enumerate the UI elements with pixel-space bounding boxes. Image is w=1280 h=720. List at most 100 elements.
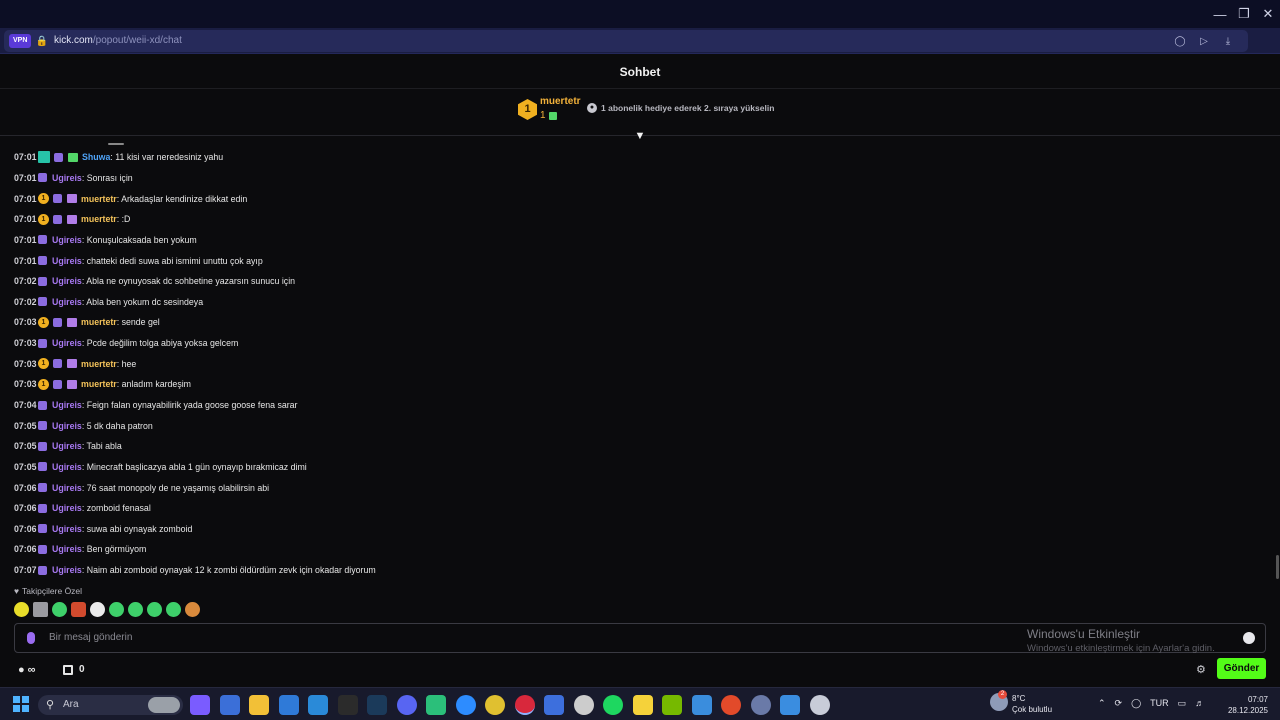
emote-icon[interactable]: [109, 602, 124, 617]
message-timestamp: 07:01: [14, 152, 37, 163]
emote-icon[interactable]: [185, 602, 200, 617]
store-icon[interactable]: [278, 695, 299, 715]
speaker-icon[interactable]: ♬: [1195, 698, 1204, 709]
photos-icon[interactable]: [780, 695, 800, 715]
message-username[interactable]: Shuwa: [82, 152, 110, 162]
chat-message: 07:01 1 muertetr: :D: [14, 209, 1254, 230]
message-username[interactable]: Ugireis: [52, 544, 82, 554]
message-text: : 11 kisi var neredesiniz yahu: [110, 152, 224, 163]
windows-start-icon[interactable]: [13, 696, 29, 712]
shield-check-icon[interactable]: ◯: [1172, 33, 1188, 49]
message-text: : suwa abi oynayak zomboid: [81, 523, 193, 534]
emote-icon[interactable]: [166, 602, 181, 617]
url-field[interactable]: VPN 🔒 kick.com/popout/weii-xd/chat ◯ ▷ ⤓: [4, 30, 1248, 52]
emote-icon[interactable]: [33, 602, 48, 617]
weather-widget[interactable]: 2 8°C Çok bulutlu: [990, 690, 1052, 715]
subscriber-badge-icon: [38, 483, 47, 493]
message-username[interactable]: Ugireis: [52, 400, 82, 410]
message-username[interactable]: muertetr: [81, 359, 117, 369]
chrome-icon[interactable]: [485, 695, 505, 715]
app-icon[interactable]: [750, 695, 771, 715]
message-username[interactable]: muertetr: [81, 317, 117, 327]
lock-icon[interactable]: 🔒: [35, 34, 49, 48]
restore-icon[interactable]: ❐: [1232, 0, 1256, 28]
message-username[interactable]: muertetr: [81, 379, 117, 389]
microphone-tray-icon[interactable]: ◯: [1131, 698, 1141, 709]
discord-icon[interactable]: [396, 695, 417, 715]
file-explorer-icon[interactable]: [249, 695, 269, 715]
chatgpt-icon[interactable]: [426, 695, 446, 715]
emote-icon[interactable]: [128, 602, 143, 617]
message-username[interactable]: Ugireis: [52, 276, 82, 286]
message-username[interactable]: Ugireis: [52, 503, 82, 513]
message-username[interactable]: Ugireis: [52, 462, 82, 472]
vpn-app-icon[interactable]: [544, 695, 564, 715]
message-username[interactable]: Ugireis: [52, 297, 82, 307]
game-app-icon[interactable]: [721, 695, 741, 715]
system-clock[interactable]: 07:07 28.12.2025: [1222, 694, 1268, 716]
mail-icon[interactable]: [308, 695, 328, 715]
chat-page: Sohbet 1 muertetr 1 ● 1 abonelik hediye …: [0, 55, 1280, 685]
emoji-picker-icon[interactable]: [1243, 632, 1255, 644]
message-username[interactable]: Ugireis: [52, 565, 82, 575]
chat-scrollbar[interactable]: [1276, 555, 1279, 579]
sticky-notes-icon[interactable]: [632, 695, 653, 715]
chat-message: 07:03 1 muertetr: anladım kardeşim: [14, 374, 1254, 395]
subscriber-badge-icon: [38, 235, 47, 245]
gift-counter[interactable]: 0: [63, 664, 85, 675]
emote-icon[interactable]: [147, 602, 162, 617]
chat-message: 07:01 Ugireis: Konuşulcaksada ben yokum: [14, 230, 1254, 251]
message-username[interactable]: Ugireis: [52, 421, 82, 431]
emote-icon[interactable]: [52, 602, 67, 617]
copilot-icon[interactable]: [190, 695, 210, 715]
chat-message: 07:01 1 muertetr: Arkadaşlar kendinize dik…: [14, 188, 1254, 209]
nvidia-icon[interactable]: [662, 695, 682, 715]
message-timestamp: 07:02: [14, 276, 37, 287]
display-icon[interactable]: ▭: [1178, 698, 1187, 709]
message-username[interactable]: Ugireis: [52, 483, 82, 493]
message-username[interactable]: Ugireis: [52, 441, 82, 451]
message-timestamp: 07:01: [14, 255, 37, 266]
sync-icon[interactable]: ⟳: [1115, 698, 1123, 709]
microphone-icon[interactable]: [27, 632, 35, 644]
zoom-icon[interactable]: [455, 695, 476, 715]
collapse-pinned-icon[interactable]: ▼: [634, 131, 646, 142]
gifter-name[interactable]: muertetr: [540, 96, 581, 107]
emote-icon[interactable]: [71, 602, 86, 617]
emote-icon[interactable]: [14, 602, 29, 617]
message-username[interactable]: muertetr: [81, 214, 117, 224]
url-text[interactable]: kick.com/popout/weii-xd/chat: [54, 34, 182, 48]
message-username[interactable]: Ugireis: [52, 173, 82, 183]
download-icon[interactable]: ⤓: [1220, 33, 1236, 49]
channel-points[interactable]: ● ∞: [18, 664, 36, 676]
message-username[interactable]: Ugireis: [52, 524, 82, 534]
emote-icon[interactable]: [90, 602, 105, 617]
taskbar-search[interactable]: ⚲ Ara: [38, 695, 183, 715]
steelseries-icon[interactable]: [573, 695, 594, 715]
gift-promo-text: 1 abonelik hediye ederek 2. sıraya yükse…: [601, 103, 775, 113]
top-gifter-badge-icon: 1: [38, 378, 49, 390]
play-icon[interactable]: ▷: [1196, 33, 1212, 49]
chat-message: 07:03 1 muertetr: hee: [14, 353, 1254, 374]
notification-app-icon[interactable]: [809, 695, 830, 715]
message-username[interactable]: Ugireis: [52, 256, 82, 266]
message-username[interactable]: muertetr: [81, 194, 117, 204]
send-button[interactable]: Gönder: [1217, 658, 1266, 679]
language-indicator[interactable]: TUR: [1150, 698, 1169, 709]
message-username[interactable]: Ugireis: [52, 338, 82, 348]
vpn-badge[interactable]: VPN: [9, 34, 32, 48]
minimize-icon[interactable]: —: [1208, 0, 1232, 28]
message-username[interactable]: Ugireis: [52, 235, 82, 245]
chevron-up-icon[interactable]: ⌃: [1098, 698, 1106, 709]
spotify-icon[interactable]: [603, 695, 623, 715]
close-icon[interactable]: ✕: [1256, 0, 1280, 28]
message-timestamp: 07:06: [14, 523, 37, 534]
opera-icon[interactable]: [514, 695, 535, 715]
steam-icon[interactable]: [367, 695, 387, 715]
settings-gear-icon[interactable]: ⚙: [1196, 663, 1206, 676]
message-text: : Ben görmüyom: [81, 544, 147, 555]
battlenet-icon[interactable]: [691, 695, 712, 715]
epic-games-icon[interactable]: [337, 695, 358, 715]
teams-icon[interactable]: [219, 695, 240, 715]
message-text: : Naim abi zomboid oynayak 12 k zombi öl…: [81, 565, 376, 576]
